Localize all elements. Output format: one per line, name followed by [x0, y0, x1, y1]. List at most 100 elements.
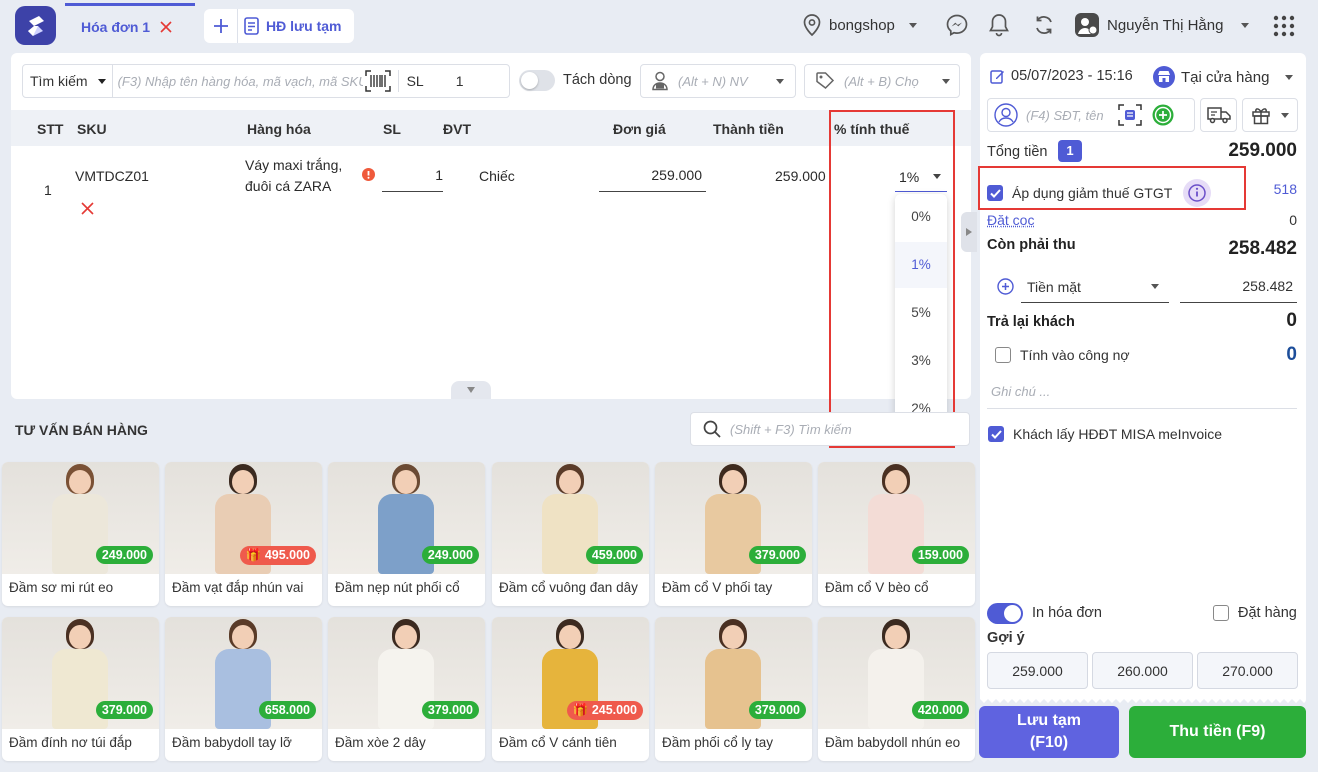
product-card[interactable]: 379.000 Đầm phối cổ ly tay: [655, 617, 812, 761]
payment-method-select[interactable]: Tiền mặt: [1021, 271, 1169, 303]
product-price: 459.000: [591, 548, 637, 562]
tab-invoice-1[interactable]: Hóa đơn 1: [65, 3, 195, 47]
product-search-input[interactable]: (F3) Nhập tên hàng hóa, mã vạch, mã SKU: [113, 74, 363, 89]
product-card[interactable]: 420.000 Đầm babydoll nhún eo: [818, 617, 975, 761]
sync-icon[interactable]: [1033, 14, 1055, 36]
app-logo[interactable]: [15, 6, 56, 45]
store-icon: [1153, 66, 1175, 88]
product-card[interactable]: 658.000 Đầm babydoll tay lỡ: [165, 617, 322, 761]
product-price: 420.000: [917, 703, 963, 717]
note-placeholder: Ghi chú ...: [991, 384, 1051, 399]
product-card[interactable]: 379.000 Đầm đính nơ túi đắp: [2, 617, 159, 761]
product-card[interactable]: 379.000 Đầm xòe 2 dây: [328, 617, 485, 761]
split-lines-toggle[interactable]: [519, 70, 555, 91]
product-name: Đầm cổ vuông đan dây: [499, 580, 638, 595]
collapse-panel-handle[interactable]: [451, 381, 491, 399]
product-name: Đầm sơ mi rút eo: [9, 580, 114, 595]
chevron-down-icon: [97, 78, 106, 84]
add-payment-icon[interactable]: [997, 278, 1014, 295]
row-total: 259.000: [775, 168, 826, 184]
staff-select[interactable]: (Alt + N) NV: [640, 64, 796, 98]
warning-icon[interactable]: [362, 168, 375, 181]
search-mode-label: Tìm kiếm: [30, 73, 88, 89]
document-icon: [244, 17, 259, 35]
debt-option[interactable]: Tính vào công nợ: [995, 347, 1130, 363]
product-card[interactable]: 379.000 Đầm cổ V phối tay: [655, 462, 812, 606]
promotion-button[interactable]: [1242, 98, 1298, 132]
product-card[interactable]: 🎁 245.000 Đầm cổ V cánh tiên: [492, 617, 649, 761]
customer-search-input[interactable]: (F4) SĐT, tên: [987, 98, 1195, 132]
product-card[interactable]: 🎁 495.000 Đầm vạt đắp nhún vai: [165, 462, 322, 606]
split-lines-label: Tách dòng: [563, 72, 632, 88]
expand-side-handle[interactable]: [961, 212, 977, 252]
row-unit: Chiếc: [479, 168, 515, 184]
product-card[interactable]: 249.000 Đầm sơ mi rút eo: [2, 462, 159, 606]
payment-amount-input[interactable]: 258.482: [1180, 271, 1297, 303]
col-total: Thành tiền: [713, 121, 784, 137]
highlight-vat-option: [978, 166, 1246, 210]
receipt-edge: [980, 699, 1306, 705]
product-price-badge: 249.000: [95, 546, 153, 564]
collect-payment-button[interactable]: Thu tiền (F9): [1129, 706, 1306, 758]
note-input[interactable]: Ghi chú ...: [987, 378, 1297, 409]
row-product-name-line2: đuôi cá ZARA: [245, 178, 332, 194]
triangle-down-icon: [467, 387, 475, 393]
row-stt: 1: [44, 182, 52, 198]
row-price-input[interactable]: 259.000: [599, 164, 706, 192]
price-list-select[interactable]: (Alt + B) Chọ: [804, 64, 960, 98]
amount-due-label: Còn phải thu: [987, 237, 1076, 253]
debt-value: 0: [1286, 344, 1297, 365]
col-sku: SKU: [77, 121, 107, 137]
product-name: Đầm nẹp nút phối cổ: [335, 580, 460, 595]
product-card[interactable]: 249.000 Đầm nẹp nút phối cổ: [328, 462, 485, 606]
gift-icon: [1252, 108, 1270, 125]
truck-icon: [1206, 107, 1231, 124]
advice-search-input[interactable]: (Shift + F3) Tìm kiếm: [690, 412, 970, 446]
suggest-amount-1[interactable]: 259.000: [987, 652, 1088, 689]
product-card[interactable]: 459.000 Đầm cổ vuông đan dây: [492, 462, 649, 606]
qr-scan-icon[interactable]: [1118, 104, 1142, 126]
place-order-option[interactable]: Đặt hàng: [1213, 605, 1297, 621]
product-price: 379.000: [427, 703, 473, 717]
row-sku: VMTDCZ01: [75, 168, 149, 184]
delete-row-icon[interactable]: [81, 202, 94, 215]
col-qty: SL: [383, 121, 401, 137]
triangle-right-icon: [966, 228, 972, 236]
chevron-down-icon: [908, 22, 917, 28]
user-menu[interactable]: Nguyễn Thị Hằng: [1075, 13, 1250, 37]
barcode-icon[interactable]: [364, 70, 391, 92]
messenger-icon[interactable]: [946, 14, 968, 36]
suggest-amount-2[interactable]: 260.000: [1092, 652, 1193, 689]
place-order-checkbox[interactable]: [1213, 605, 1229, 621]
gift-icon: 🎁: [245, 548, 265, 562]
sales-channel-select[interactable]: Tại cửa hàng: [1153, 66, 1294, 88]
quantity-input[interactable]: 1: [456, 73, 464, 89]
einvoice-option[interactable]: Khách lấy HĐĐT MISA meInvoice: [988, 426, 1222, 442]
product-price: 249.000: [101, 548, 147, 562]
deposit-label[interactable]: Đặt cọc: [987, 212, 1034, 228]
debt-checkbox[interactable]: [995, 347, 1011, 363]
chevron-down-icon: [776, 78, 784, 84]
save-draft-button[interactable]: Lưu tạm (F10): [979, 706, 1119, 758]
row-quantity-input[interactable]: 1: [382, 164, 443, 192]
draft-invoices-button[interactable]: HĐ lưu tạm: [238, 17, 341, 35]
save-draft-label: Lưu tạm: [1016, 712, 1082, 729]
add-tab-button[interactable]: [204, 9, 238, 43]
einvoice-checkbox[interactable]: [988, 426, 1004, 442]
staff-icon: [652, 71, 668, 91]
bell-icon[interactable]: [988, 13, 1010, 37]
add-customer-icon[interactable]: [1152, 104, 1174, 126]
total-value: 259.000: [1228, 140, 1297, 161]
search-mode-select[interactable]: Tìm kiếm: [23, 65, 113, 97]
suggest-amount-3[interactable]: 270.000: [1197, 652, 1298, 689]
edit-icon: [990, 69, 1004, 84]
close-icon[interactable]: [160, 20, 172, 33]
print-invoice-toggle[interactable]: [987, 603, 1023, 624]
shop-selector[interactable]: bongshop: [803, 14, 917, 36]
product-price-badge: 379.000: [748, 701, 806, 719]
invoice-datetime[interactable]: 05/07/2023 - 15:16: [990, 68, 1133, 84]
product-card[interactable]: 159.000 Đầm cổ V bèo cổ: [818, 462, 975, 606]
delivery-button[interactable]: [1200, 98, 1237, 132]
price-tag-icon: [816, 72, 835, 89]
apps-grid-icon[interactable]: [1273, 15, 1295, 37]
